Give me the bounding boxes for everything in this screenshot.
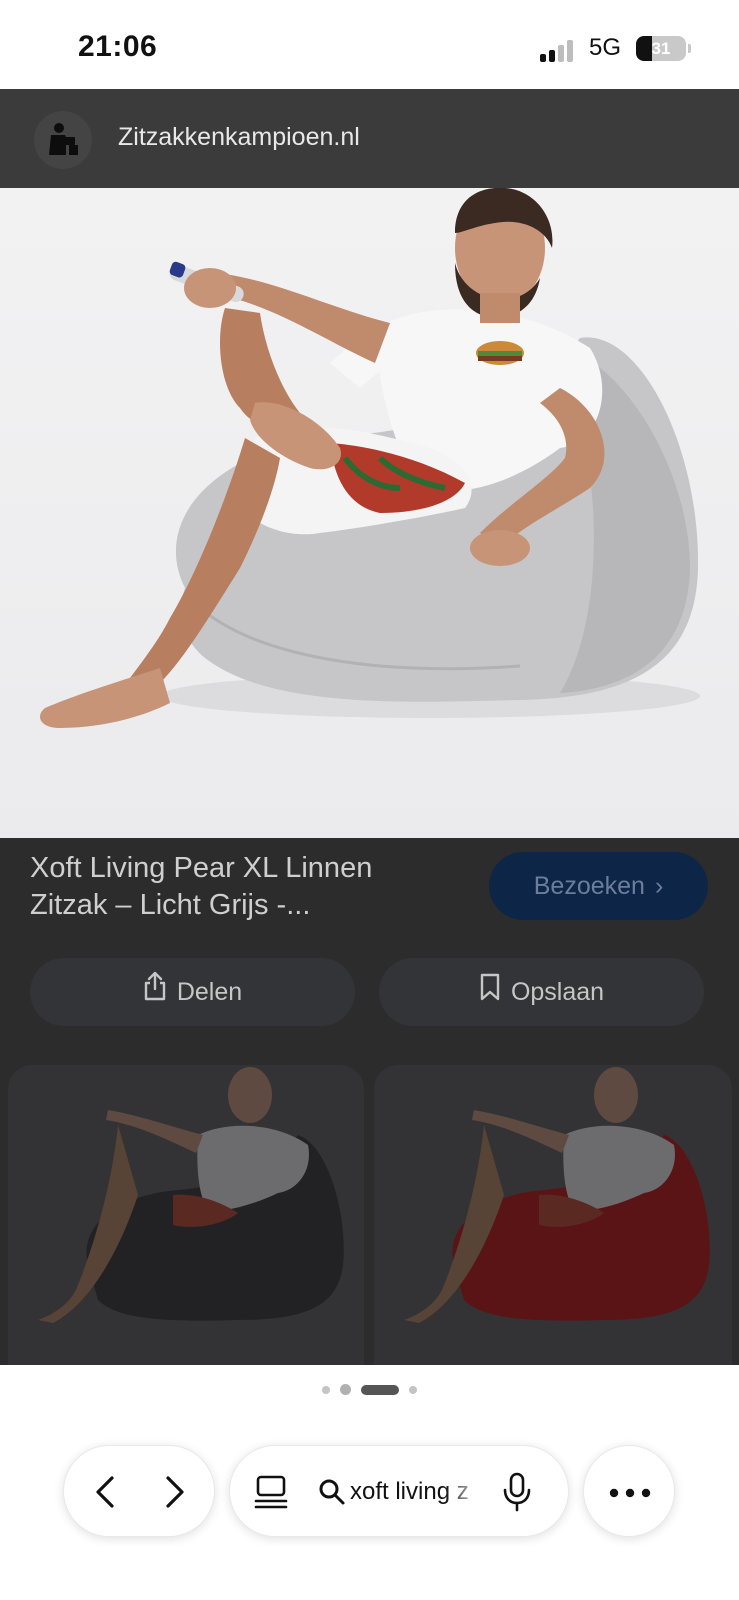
share-button[interactable]: Delen	[30, 958, 355, 1026]
status-bar: 21:06 5G 31	[0, 0, 739, 89]
share-label: Delen	[176, 978, 243, 1006]
signal-strength-icon	[540, 38, 574, 62]
pagination-dot	[409, 1386, 417, 1394]
search-bar[interactable]	[229, 1445, 569, 1537]
battery-cap	[688, 44, 691, 53]
visit-button-label: Bezoeken	[533, 872, 645, 900]
related-image-dark-grey[interactable]	[8, 1065, 364, 1365]
more-dots-icon	[608, 1486, 652, 1498]
site-header[interactable]: Zitzakkenkampioen.nl	[0, 89, 739, 188]
share-icon	[143, 959, 167, 1027]
pagination-dot-active	[361, 1385, 399, 1395]
microphone-icon[interactable]	[502, 1472, 532, 1512]
network-type: 5G	[589, 34, 622, 61]
chevron-right-icon[interactable]	[152, 1470, 196, 1514]
related-image-red[interactable]	[374, 1065, 732, 1365]
search-input[interactable]	[350, 1476, 480, 1508]
product-hero-image[interactable]	[0, 188, 739, 838]
chevron-left-icon[interactable]	[84, 1470, 128, 1514]
image-pagination	[0, 1383, 739, 1397]
pagination-dot	[340, 1384, 351, 1395]
bookmark-icon	[479, 959, 501, 1027]
bottom-toolbar	[0, 1420, 739, 1600]
save-button[interactable]: Opslaan	[379, 958, 704, 1026]
search-icon	[318, 1478, 346, 1506]
visit-button[interactable]: Bezoeken ›	[489, 852, 708, 920]
product-panel: Xoft Living Pear XL Linnen Zitzak – Lich…	[0, 838, 739, 1365]
person-reading-logo-icon	[34, 111, 92, 169]
navigation-controls	[63, 1445, 215, 1537]
battery-percent: 31	[651, 39, 671, 58]
product-title[interactable]: Xoft Living Pear XL Linnen Zitzak – Lich…	[30, 850, 450, 924]
status-time: 21:06	[78, 30, 158, 63]
more-button[interactable]	[583, 1445, 675, 1537]
site-name: Zitzakkenkampioen.nl	[118, 123, 360, 151]
chevron-right-icon: ›	[654, 872, 664, 900]
pagination-dot	[322, 1386, 330, 1394]
battery-icon: 31	[636, 36, 686, 61]
save-label: Opslaan	[510, 978, 605, 1006]
tabs-icon[interactable]	[254, 1474, 288, 1510]
